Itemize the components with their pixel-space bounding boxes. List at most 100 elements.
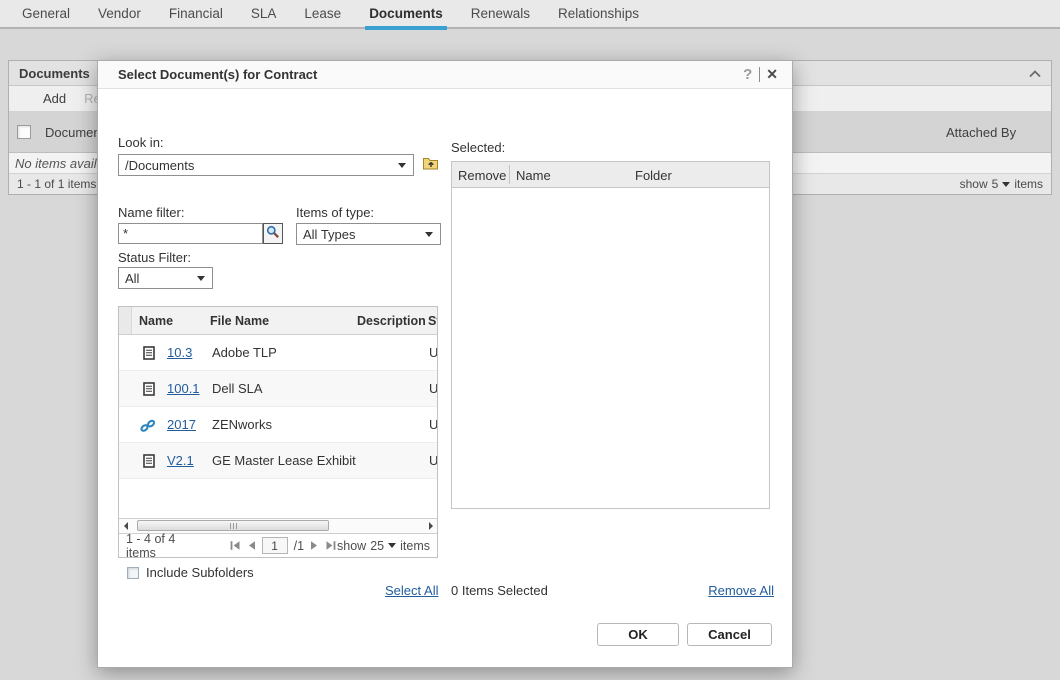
table-row: 10.3 Adobe TLP Ur: [119, 335, 437, 371]
document-version-link[interactable]: 2017: [167, 417, 196, 432]
page-count-text: /1: [294, 539, 304, 553]
dialog-selection-row: Select All 0 Items Selected Remove All: [98, 583, 794, 601]
document-version-link[interactable]: V2.1: [167, 453, 194, 468]
chevron-down-icon: [398, 163, 406, 168]
status-filter-value: All: [125, 271, 139, 286]
document-version-link[interactable]: 100.1: [167, 381, 200, 396]
tab-sla[interactable]: SLA: [251, 0, 277, 28]
status-filter-select[interactable]: All: [118, 267, 213, 289]
include-subfolders-checkbox[interactable]: [127, 567, 139, 579]
search-icon: [266, 225, 280, 242]
name-filter-input[interactable]: [118, 223, 263, 244]
look-in-label: Look in:: [118, 135, 164, 150]
document-version-link[interactable]: 10.3: [167, 345, 192, 360]
column-file-name[interactable]: File Name: [210, 314, 269, 328]
file-table-pagination: 1 - 4 of 4 items /1 show 25: [119, 533, 437, 557]
last-page-icon[interactable]: [325, 540, 337, 551]
document-icon: [143, 454, 155, 471]
search-button[interactable]: [263, 223, 283, 244]
tab-financial[interactable]: Financial: [169, 0, 223, 28]
look-in-value: /Documents: [125, 158, 194, 173]
remove-all-link[interactable]: Remove All: [708, 583, 774, 598]
file-name-text: ZENworks: [212, 417, 272, 432]
document-icon: [143, 346, 155, 363]
items-of-type-value: All Types: [303, 227, 356, 242]
panel-page-size-select[interactable]: show 5 items: [960, 177, 1043, 191]
folder-up-icon: [422, 156, 439, 174]
collapse-panel-button[interactable]: [1029, 66, 1041, 81]
selected-label: Selected:: [451, 140, 505, 155]
item-range-text: 1 - 4 of 4 items: [126, 532, 197, 560]
tab-relationships[interactable]: Relationships: [558, 0, 639, 28]
items-of-type-select[interactable]: All Types: [296, 223, 441, 245]
icon-column-header: [119, 307, 132, 334]
table-row: V2.1 GE Master Lease Exhibit Ur: [119, 443, 437, 479]
items-label: items: [1014, 177, 1043, 191]
ok-button[interactable]: OK: [597, 623, 679, 646]
column-name: Name: [516, 168, 551, 183]
items-label: items: [400, 539, 430, 553]
table-row: 2017 ZENworks Ur: [119, 407, 437, 443]
include-subfolders-row: Include Subfolders: [127, 565, 254, 580]
first-page-icon[interactable]: [229, 540, 241, 551]
add-button[interactable]: Add: [43, 91, 66, 106]
selected-table: Remove Name Folder: [451, 161, 770, 509]
page-size-value: 5: [992, 177, 999, 191]
chevron-up-icon: [1029, 66, 1041, 81]
name-filter-label: Name filter:: [118, 205, 184, 220]
link-icon: [139, 419, 157, 436]
show-label: show: [960, 177, 988, 191]
file-table: Name File Name Description St 10.3 Adobe…: [118, 306, 438, 558]
tab-documents[interactable]: Documents: [369, 0, 443, 28]
chevron-down-icon: [1002, 182, 1010, 187]
tab-renewals[interactable]: Renewals: [471, 0, 530, 28]
status-text: Ur: [429, 453, 437, 468]
file-name-text: GE Master Lease Exhibit: [212, 453, 356, 468]
table-row: 100.1 Dell SLA Ur: [119, 371, 437, 407]
folder-up-button[interactable]: [421, 156, 439, 173]
column-description[interactable]: Description: [357, 314, 426, 328]
close-icon[interactable]: ✕: [762, 66, 782, 83]
items-selected-text: 0 Items Selected: [451, 583, 548, 598]
status-text: Ur: [429, 417, 437, 432]
file-name-text: Adobe TLP: [212, 345, 277, 360]
page-number-input[interactable]: [262, 537, 288, 554]
items-of-type-label: Items of type:: [296, 205, 374, 220]
tab-vendor[interactable]: Vendor: [98, 0, 141, 28]
tab-bar: General Vendor Financial SLA Lease Docum…: [0, 0, 1060, 29]
select-all-link[interactable]: Select All: [385, 583, 438, 598]
column-attached-by: Attached By: [946, 125, 1016, 140]
page-size-value: 25: [370, 539, 384, 553]
column-folder: Folder: [635, 168, 672, 183]
previous-page-icon[interactable]: [247, 540, 256, 551]
help-icon[interactable]: ?: [738, 66, 757, 83]
title-divider: [759, 67, 760, 82]
cancel-button[interactable]: Cancel: [687, 623, 772, 646]
include-subfolders-label: Include Subfolders: [146, 565, 254, 580]
select-all-checkbox[interactable]: [17, 125, 31, 139]
panel-item-range: 1 - 1 of 1 items: [17, 177, 96, 191]
select-documents-dialog: Select Document(s) for Contract ? ✕ Look…: [97, 60, 793, 668]
column-status[interactable]: St: [428, 314, 437, 328]
scroll-right-arrow-icon[interactable]: [424, 519, 437, 533]
status-text: Ur: [429, 381, 437, 396]
status-filter-label: Status Filter:: [118, 250, 191, 265]
status-text: Ur: [429, 345, 437, 360]
horizontal-scrollbar[interactable]: [119, 518, 437, 533]
look-in-select[interactable]: /Documents: [118, 154, 414, 176]
chevron-down-icon: [425, 232, 433, 237]
selected-table-header: Remove Name Folder: [452, 162, 769, 188]
next-page-icon[interactable]: [310, 540, 319, 551]
tab-general[interactable]: General: [22, 0, 70, 28]
tab-lease[interactable]: Lease: [304, 0, 341, 28]
column-name[interactable]: Name: [139, 314, 173, 328]
chevron-down-icon: [388, 543, 396, 548]
chevron-down-icon: [197, 276, 205, 281]
scrollbar-grip: [233, 523, 234, 529]
dialog-title: Select Document(s) for Contract: [118, 67, 317, 82]
file-table-header: Name File Name Description St: [119, 307, 437, 335]
file-table-body: 10.3 Adobe TLP Ur 100.1 Dell SLA Ur: [119, 335, 437, 518]
page-size-select[interactable]: show 25 items: [337, 539, 430, 553]
scrollbar-thumb[interactable]: [137, 520, 329, 531]
scroll-left-arrow-icon[interactable]: [119, 519, 132, 533]
